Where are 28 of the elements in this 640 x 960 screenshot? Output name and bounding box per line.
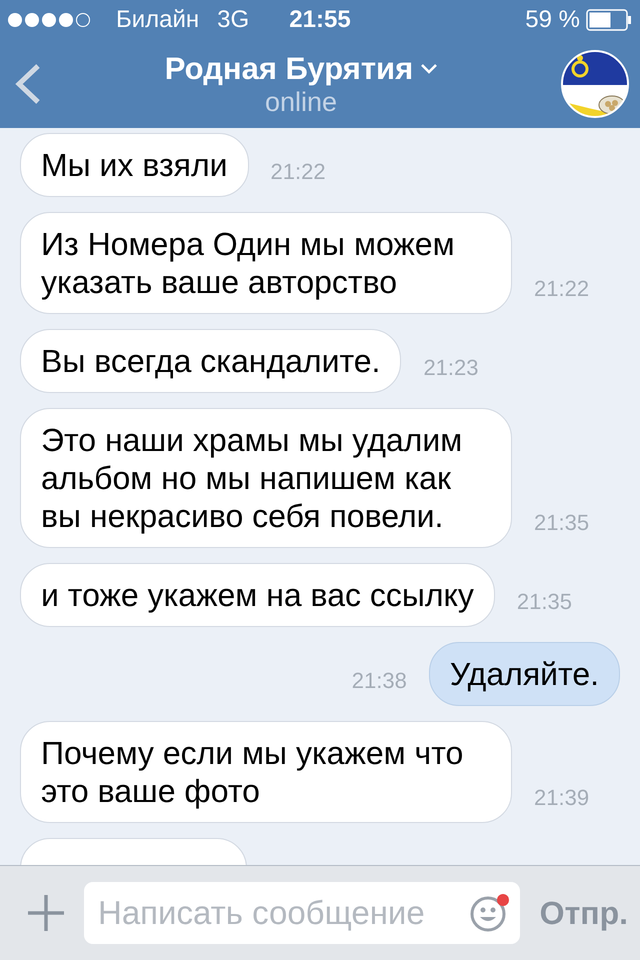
signal-icon bbox=[8, 13, 90, 27]
message-bubble: Почему если мы укажем что это ваше фото bbox=[20, 721, 512, 823]
smiley-icon[interactable] bbox=[470, 893, 510, 933]
message-time: 21:35 bbox=[516, 589, 572, 616]
battery-icon bbox=[586, 9, 632, 31]
message-bubble: Мы их взяли bbox=[20, 133, 248, 197]
status-time: 21:55 bbox=[289, 6, 351, 33]
carrier-name: Билайн bbox=[116, 6, 200, 34]
chat-title[interactable]: Родная Бурятия bbox=[164, 50, 414, 86]
message-time: 21:39 bbox=[534, 785, 590, 812]
message-time: 21:22 bbox=[270, 159, 326, 186]
message-field[interactable]: Написать сообщение bbox=[84, 882, 520, 944]
message-time: 21:23 bbox=[423, 355, 478, 382]
battery-percent: 59 % bbox=[525, 6, 580, 34]
plus-icon[interactable] bbox=[28, 895, 64, 931]
chevron-down-icon[interactable] bbox=[421, 64, 438, 74]
online-status: online bbox=[264, 86, 338, 118]
message-time: 21:35 bbox=[534, 510, 590, 537]
message-bubble: Это наши храмы мы удалим альбом но мы напишем как вы некрасиво себя повели. bbox=[20, 408, 512, 548]
back-icon[interactable] bbox=[14, 63, 42, 105]
message-bubble: и тоже укажем на вас ссылку bbox=[20, 563, 495, 627]
send-button[interactable]: Отпр. bbox=[540, 894, 628, 932]
message-bubble: Удаляйте. bbox=[428, 642, 620, 706]
network-type: 3G bbox=[217, 6, 250, 34]
message-time: 21:22 bbox=[534, 276, 590, 303]
message-time: 21:38 bbox=[352, 668, 407, 695]
message-bubble: Вы всегда скандалите. bbox=[20, 329, 402, 393]
message-bubble: Из Номера Один мы можем указать ваше авторство bbox=[20, 212, 512, 314]
